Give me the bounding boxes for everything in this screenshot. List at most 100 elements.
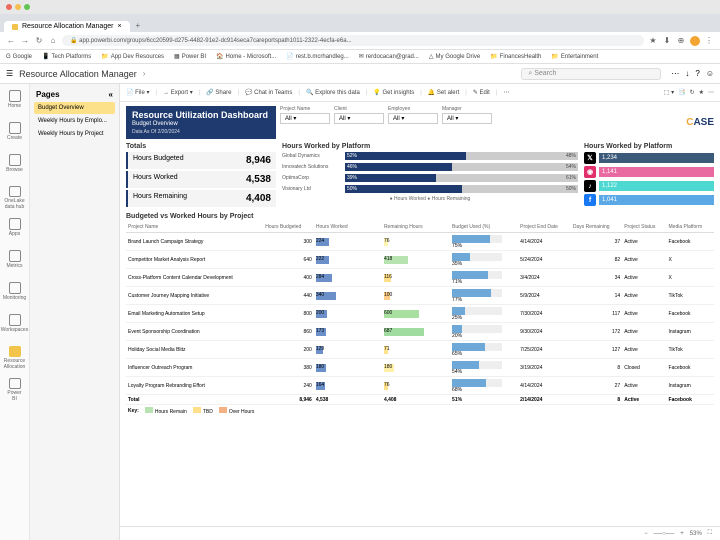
pages-panel: Pages « Budget OverviewWeekly Hours by E…	[30, 84, 120, 540]
table-header[interactable]: Days Remaining	[571, 222, 622, 233]
rail-item-onelake-data-hub[interactable]: OneLake data hub	[6, 186, 24, 210]
table-row[interactable]: Cross-Platform Content Calendar Developm…	[126, 269, 714, 287]
star-icon[interactable]: ★	[648, 36, 658, 46]
toolbar-item[interactable]: 🔔 Set alert	[428, 89, 459, 96]
hamburger-icon[interactable]: ☰	[6, 69, 13, 78]
table-row[interactable]: Competitor Market Analysis Report 640 22…	[126, 251, 714, 269]
report-header: Resource Utilization Dashboard Budget Ov…	[126, 106, 714, 139]
report-body: Resource Utilization Dashboard Budget Ov…	[120, 102, 720, 526]
download-app-icon[interactable]: ↓	[685, 69, 689, 78]
table-header[interactable]: Remaining Hours	[382, 222, 450, 233]
rail-item-monitoring[interactable]: Monitoring	[6, 282, 24, 306]
page-item[interactable]: Weekly Hours by Project	[34, 128, 115, 140]
table-row[interactable]: Customer Journey Mapping Initiative 440 …	[126, 287, 714, 305]
mac-titlebar	[0, 0, 720, 14]
zoom-out-icon[interactable]: −	[644, 531, 648, 537]
toolbar-item[interactable]: 💬 Chat in Teams	[245, 89, 292, 96]
bookmark-item[interactable]: ▦Power BI	[174, 53, 206, 60]
platform-icon: ♪	[584, 180, 596, 192]
bookmark-item[interactable]: 🏠Home - Microsoft...	[216, 53, 276, 60]
table-header[interactable]: Hours Worked	[314, 222, 382, 233]
zoom-in-icon[interactable]: +	[680, 531, 684, 537]
rail-item-resource-allocation[interactable]: Resource Allocation	[6, 346, 24, 370]
url-input[interactable]: 🔒 app.powerbi.com/groups/6cc20599-d275-4…	[62, 35, 644, 46]
browser-tab[interactable]: Resource Allocation Manager ×	[4, 21, 130, 32]
platform-icon: f	[584, 194, 596, 206]
more-icon[interactable]: ⋯	[671, 69, 679, 78]
bookmark-item[interactable]: 📱Tech Platforms	[42, 53, 91, 60]
table-header[interactable]: Project Name	[126, 222, 263, 233]
table-header[interactable]: Project End Date	[518, 222, 571, 233]
filter-dropdown[interactable]: All ▾	[334, 113, 384, 124]
min-dot[interactable]	[15, 4, 21, 10]
table-header[interactable]: Budget Used (%)	[450, 222, 518, 233]
toolbar-right-icon[interactable]: ⋯	[708, 89, 714, 96]
toolbar-item[interactable]: 💡 Get insights	[373, 89, 414, 96]
rail-item-workspaces[interactable]: Workspaces	[6, 314, 24, 338]
rail-item-home[interactable]: Home	[6, 90, 24, 114]
collapse-pages-icon[interactable]: «	[109, 90, 113, 99]
nav-forward-icon[interactable]: →	[20, 36, 30, 46]
table-row[interactable]: Loyalty Program Rebranding Effort 240 16…	[126, 377, 714, 395]
table-row[interactable]: Brand Launch Campaign Strategy 300 224 7…	[126, 233, 714, 251]
status-bar: − ──○── + 53% ⛶	[120, 526, 720, 540]
table-row[interactable]: Holiday Social Media Blitz 200 129 71 65…	[126, 341, 714, 359]
table-row[interactable]: Influencer Outreach Program 380 180 180 …	[126, 359, 714, 377]
account-icon[interactable]: ☺	[706, 69, 714, 78]
bookmark-item[interactable]: 📄rest.b.mcrhandleg...	[286, 53, 349, 60]
bookmark-item[interactable]: 📁Entertainment	[551, 53, 598, 60]
toolbar-right-icon[interactable]: ★	[699, 89, 704, 96]
extensions-icon[interactable]: ⊕	[676, 36, 686, 46]
page-item[interactable]: Weekly Hours by Emplo...	[34, 115, 115, 127]
platform-bar-row: 𝕏1,234	[584, 152, 714, 164]
rail-item-metrics[interactable]: Metrics	[6, 250, 24, 274]
download-icon[interactable]: ⬇	[662, 36, 672, 46]
browser-window: Resource Allocation Manager × + ← → ↻ ⌂ …	[0, 0, 720, 540]
table-header[interactable]: Media Platform	[667, 222, 714, 233]
table-row[interactable]: Event Sponsorship Coordination 860 173 6…	[126, 323, 714, 341]
table-header[interactable]: Project Status	[622, 222, 666, 233]
rail-item-create[interactable]: Create	[6, 122, 24, 146]
tab-close-icon[interactable]: ×	[117, 23, 121, 30]
bookmark-item[interactable]: △My Google Drive	[429, 53, 480, 60]
project-table-section: Budgeted vs Worked Hours by Project Proj…	[126, 213, 714, 417]
app-title: Resource Allocation Manager	[19, 69, 137, 79]
toolbar-right-icon[interactable]: 📑	[678, 89, 685, 96]
filter-dropdown[interactable]: All ▾	[388, 113, 438, 124]
toolbar-right-icon[interactable]: ⬚ ▾	[664, 89, 674, 96]
rail-item-browse[interactable]: Browse	[6, 154, 24, 178]
zoom-slider[interactable]: ──○──	[654, 531, 675, 537]
bookmark-item[interactable]: 📁FinancesHealth	[490, 53, 541, 60]
client-bar-row: Innovatech Solutions46%54%	[282, 163, 578, 171]
toolbar-item[interactable]: → Export ▾	[163, 89, 193, 96]
help-icon[interactable]: ?	[695, 69, 699, 78]
toolbar-item[interactable]: 🔍 Explore this data	[306, 89, 360, 96]
bookmark-item[interactable]: 📁App Dev Resources	[101, 53, 164, 60]
nav-back-icon[interactable]: ←	[6, 36, 16, 46]
fit-page-icon[interactable]: ⛶	[708, 530, 712, 537]
toolbar-right-icon[interactable]: ↻	[690, 89, 695, 96]
toolbar-item[interactable]: ✎ Edit	[473, 89, 490, 96]
rail-item-apps[interactable]: Apps	[6, 218, 24, 242]
max-dot[interactable]	[24, 4, 30, 10]
nav-reload-icon[interactable]: ↻	[34, 36, 44, 46]
bookmark-item[interactable]: GGoogle	[6, 54, 32, 60]
nav-home-icon[interactable]: ⌂	[48, 36, 58, 46]
toolbar-item[interactable]: 🔗 Share	[206, 89, 231, 96]
tab-favicon	[12, 24, 18, 30]
filter-dropdown[interactable]: All ▾	[442, 113, 492, 124]
profile-icon[interactable]	[690, 36, 700, 46]
bookmark-item[interactable]: ✉rerdocacan@grad...	[359, 53, 419, 60]
logo: CASE	[686, 106, 714, 139]
close-dot[interactable]	[6, 4, 12, 10]
rail-item-power-bi[interactable]: Power BI	[6, 378, 24, 402]
toolbar-item[interactable]: ⋯	[503, 89, 509, 96]
toolbar-item[interactable]: 📄 File ▾	[126, 89, 149, 96]
table-header[interactable]: Hours Budgeted	[263, 222, 314, 233]
table-row[interactable]: Email Marketing Automation Setup 800 200…	[126, 305, 714, 323]
page-item[interactable]: Budget Overview	[34, 102, 115, 114]
search-input[interactable]: ⌕ Search	[521, 68, 661, 80]
menu-icon[interactable]: ⋮	[704, 36, 714, 46]
filter-dropdown[interactable]: All ▾	[280, 113, 330, 124]
new-tab-button[interactable]: +	[130, 19, 147, 32]
